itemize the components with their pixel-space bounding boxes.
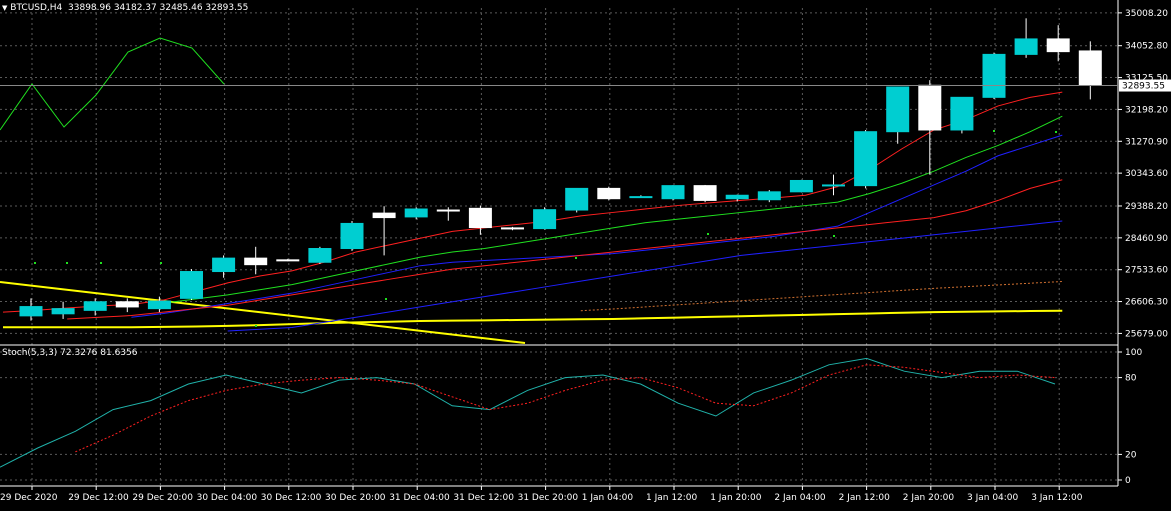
price-tick-label: 30343.60 [1125, 169, 1168, 179]
time-tick-label: 1 Jan 04:00 [582, 493, 634, 503]
candle-body-bull[interactable] [51, 308, 75, 315]
time-tick-label: 31 Dec 12:00 [453, 493, 514, 503]
candle-body-bear[interactable] [244, 257, 268, 266]
dropdown-triangle-icon[interactable]: ▼ [2, 4, 7, 12]
candle-body-bull[interactable] [19, 306, 43, 317]
candle-body-bull[interactable] [757, 191, 781, 201]
candle-body-bull[interactable] [789, 179, 813, 193]
candle-body-bull[interactable] [180, 271, 203, 299]
time-tick-label: 30 Dec 20:00 [325, 493, 386, 503]
price-tick-label: 26606.30 [1125, 298, 1168, 308]
candle-body-bull[interactable] [340, 222, 364, 250]
chart-window[interactable]: 35008.20 34052.80 33125.50 32198.20 31270.90… [0, 0, 1171, 507]
candle-body-bull[interactable] [565, 187, 589, 211]
ohlc-values: 33898.96 34182.37 32485.46 32893.55 [68, 3, 249, 13]
fractal-dot [255, 325, 257, 327]
current-price-label: 32893.55 [1122, 82, 1165, 92]
time-tick-label: 31 Dec 04:00 [389, 493, 450, 503]
candle-body-bull[interactable] [982, 53, 1006, 98]
candle-body-bull[interactable] [533, 209, 557, 230]
fractal-dot [575, 257, 577, 259]
fractal-dot [993, 130, 995, 132]
price-tick-label: 32198.20 [1125, 105, 1168, 115]
candle-body-bear[interactable] [693, 185, 717, 201]
fractal-dot [833, 235, 835, 237]
price-tick-label: 31270.90 [1125, 137, 1168, 147]
candle-body-bull[interactable] [404, 208, 428, 218]
chart-header: ▼ BTCUSD,H4 33898.96 34182.37 32485.46 3… [2, 3, 248, 13]
candle-body-bear[interactable] [468, 207, 492, 229]
stoch-label: Stoch(5,3,3) 72.3276 81.6356 [2, 348, 138, 358]
candle-body-bull[interactable] [854, 131, 878, 187]
candle-body-bear[interactable] [501, 227, 524, 230]
fractal-dot [1055, 131, 1057, 133]
time-tick-label: 2 Jan 04:00 [774, 493, 826, 503]
stoch-tick-label: 0 [1125, 476, 1131, 486]
candle-body-bear[interactable] [115, 301, 139, 308]
candle-body-bear[interactable] [1046, 38, 1070, 53]
price-tick-label: 35008.20 [1125, 9, 1168, 19]
time-tick-label: 1 Jan 12:00 [646, 493, 698, 503]
candle-body-bull[interactable] [1014, 38, 1038, 55]
time-tick-label: 3 Jan 04:00 [967, 493, 1019, 503]
candle-body-bull[interactable] [822, 184, 845, 187]
time-tick-label: 29 Dec 12:00 [68, 493, 129, 503]
candle-body-bull[interactable] [212, 257, 236, 273]
time-tick-label: 1 Jan 20:00 [710, 493, 762, 503]
candle-body-bear[interactable] [918, 84, 942, 131]
time-tick-label: 29 Dec 2020 [0, 493, 58, 503]
stoch-tick-label: 80 [1125, 374, 1137, 384]
fractal-dot [66, 262, 68, 264]
price-chart[interactable]: 35008.2034052.8033125.5032198.2031270.90… [0, 0, 1171, 507]
fractal-dot [160, 262, 162, 264]
fractal-dot [707, 233, 709, 235]
candle-body-bull[interactable] [661, 185, 685, 200]
candle-body-bear[interactable] [1078, 50, 1102, 86]
candle-body-bear[interactable] [597, 187, 621, 200]
time-tick-label: 31 Dec 20:00 [518, 493, 579, 503]
time-tick-label: 30 Dec 04:00 [197, 493, 258, 503]
candle-body-bull[interactable] [147, 300, 171, 310]
candle-body-bear[interactable] [276, 259, 300, 262]
candle-body-bull[interactable] [886, 86, 910, 133]
time-tick-label: 3 Jan 12:00 [1031, 493, 1083, 503]
price-tick-label: 29388.20 [1125, 202, 1168, 212]
candle-body-bear[interactable] [436, 209, 460, 212]
price-tick-label: 25679.00 [1125, 329, 1168, 339]
symbol-label: BTCUSD,H4 [10, 3, 63, 13]
stoch-tick-label: 20 [1125, 450, 1137, 460]
candle-body-bull[interactable] [725, 194, 749, 200]
time-tick-label: 30 Dec 12:00 [261, 493, 322, 503]
price-tick-label: 28460.90 [1125, 234, 1168, 244]
candle-body-bull[interactable] [308, 248, 332, 263]
time-tick-label: 29 Dec 20:00 [132, 493, 193, 503]
time-tick-label: 2 Jan 20:00 [903, 493, 955, 503]
candle-body-bull[interactable] [950, 96, 974, 131]
fractal-dot [34, 262, 36, 264]
stoch-tick-label: 100 [1125, 348, 1142, 358]
price-tick-label: 27533.60 [1125, 266, 1168, 276]
candle-body-bull[interactable] [83, 301, 107, 311]
candle-body-bull[interactable] [629, 196, 653, 199]
candle-body-bear[interactable] [372, 212, 396, 219]
fractal-dot [100, 262, 102, 264]
price-tick-label: 34052.80 [1125, 42, 1168, 52]
stoch-header: Stoch(5,3,3) 72.3276 81.6356 [2, 348, 137, 358]
time-tick-label: 2 Jan 12:00 [839, 493, 891, 503]
fractal-dot [385, 298, 387, 300]
